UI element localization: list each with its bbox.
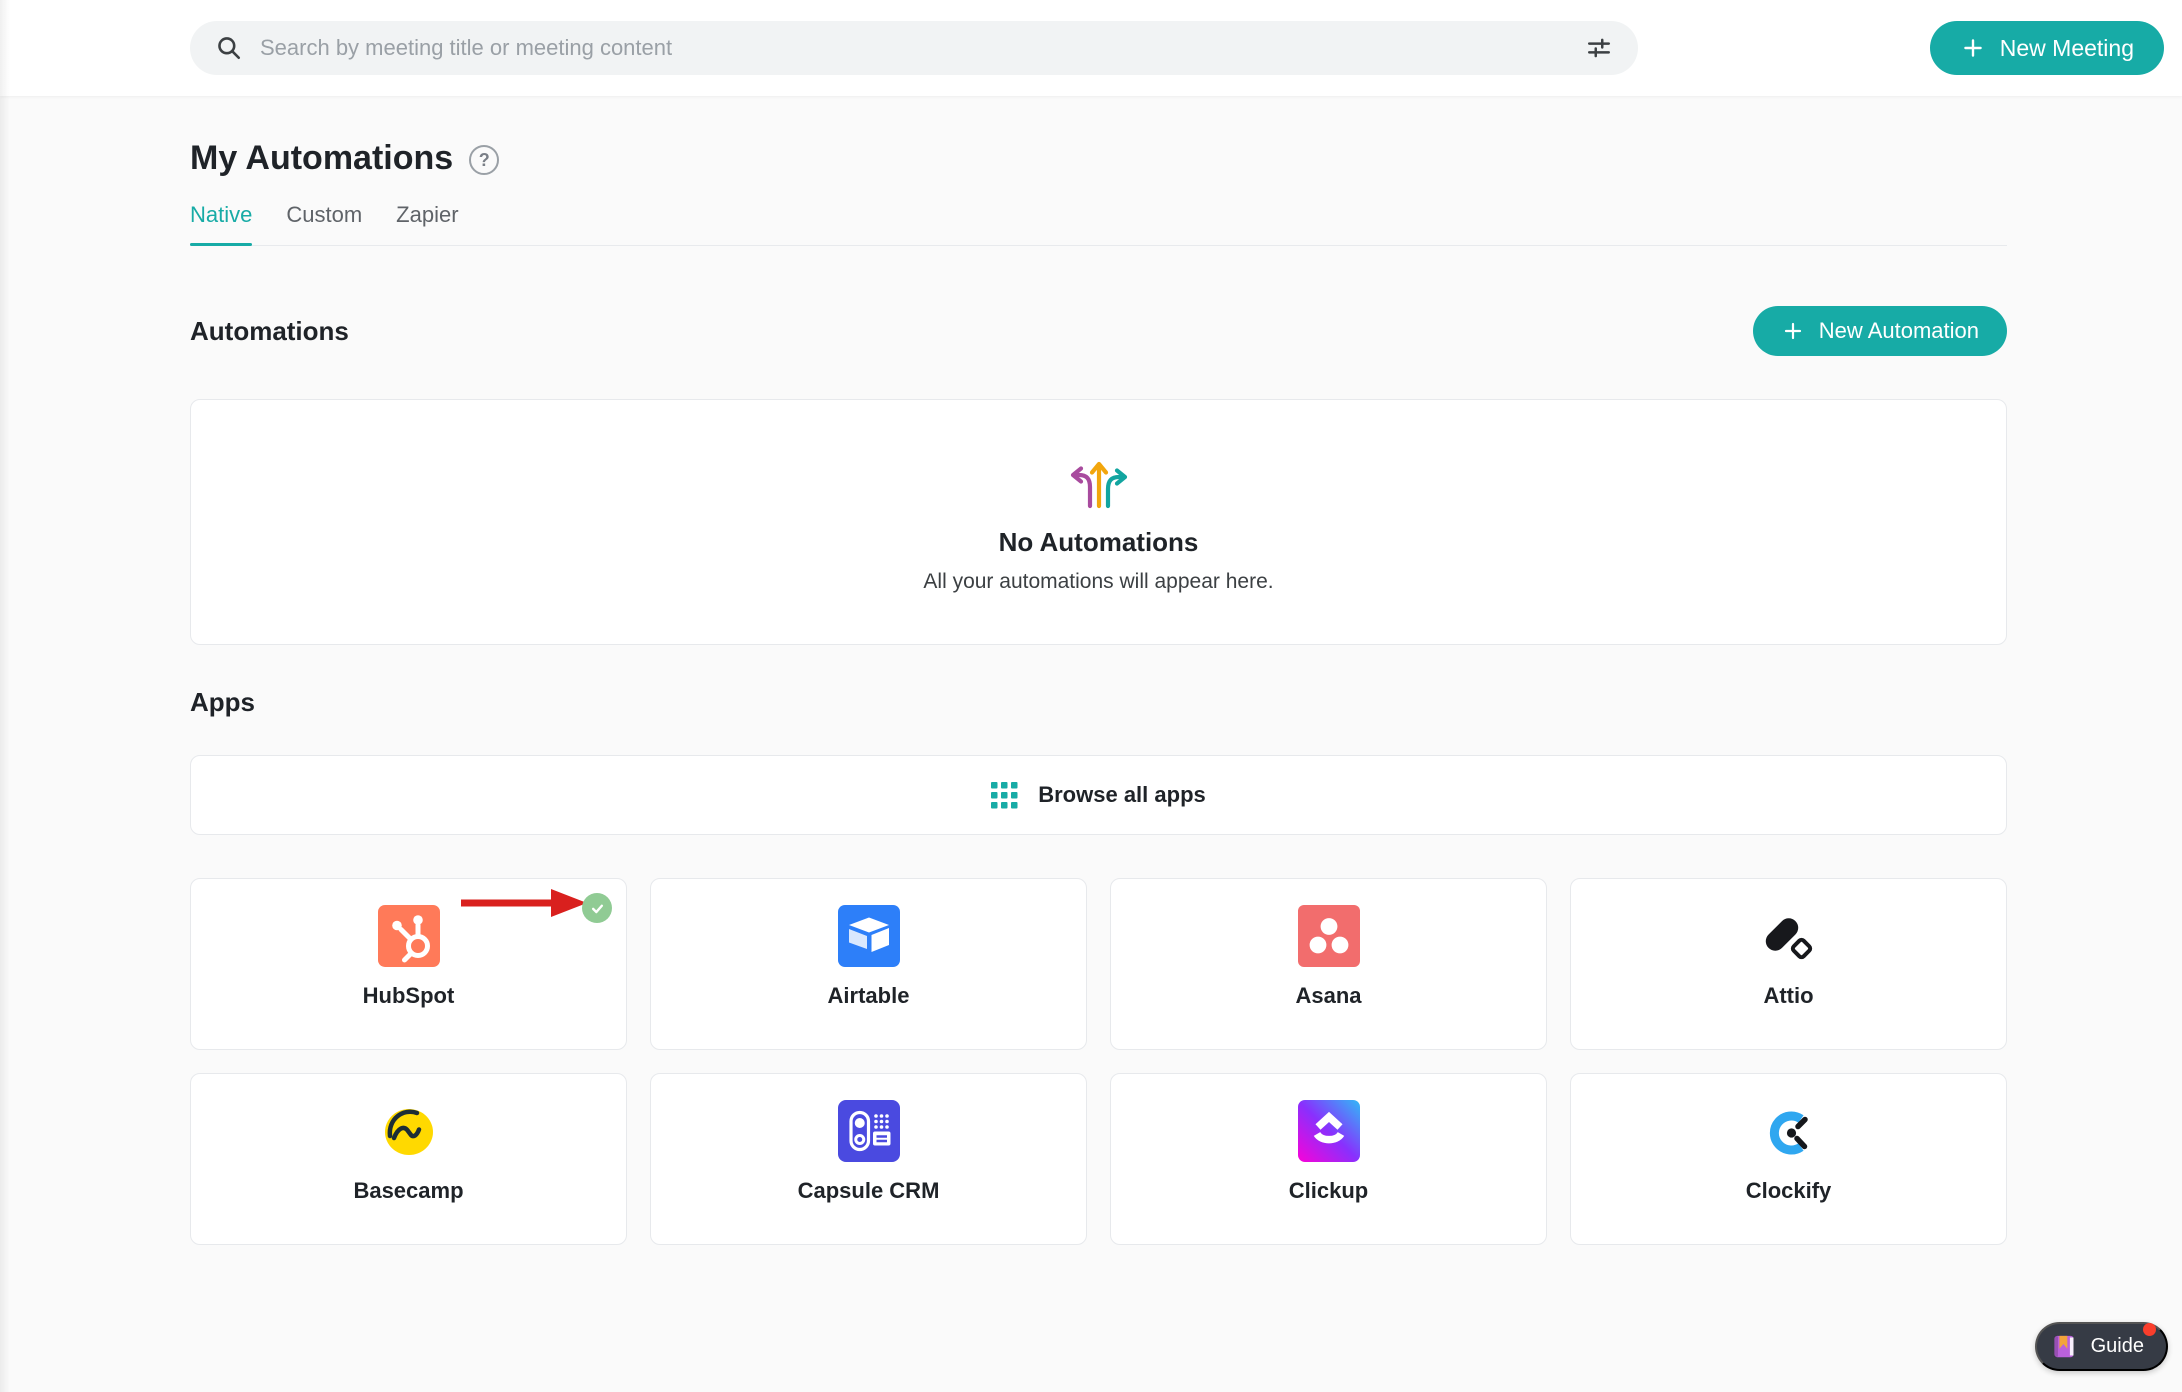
- apps-heading: Apps: [190, 687, 255, 717]
- app-card-clockify[interactable]: Clockify: [1570, 1073, 2007, 1245]
- app-card-asana[interactable]: Asana: [1110, 878, 1547, 1050]
- clickup-icon: [1297, 1100, 1360, 1162]
- capsule-crm-icon: [837, 1100, 900, 1162]
- guide-label: Guide: [2090, 1335, 2144, 1357]
- tab-custom[interactable]: Custom: [286, 202, 362, 245]
- app-name: Clockify: [1745, 1178, 1832, 1203]
- new-automation-label: New Automation: [1818, 318, 1979, 343]
- branching-arrows-icon: [1066, 451, 1132, 511]
- plus-icon: [1960, 35, 1986, 61]
- app-name: HubSpot: [362, 983, 455, 1008]
- app-name: Capsule CRM: [797, 1178, 940, 1203]
- apps-grid: HubSpot Airtable Asana Attio Basecamp Ca…: [190, 878, 2007, 1245]
- page-title: My Automations: [190, 139, 454, 177]
- guide-button[interactable]: Guide: [2034, 1322, 2168, 1371]
- plus-icon: [1781, 319, 1805, 343]
- app-card-hubspot[interactable]: HubSpot: [190, 878, 627, 1050]
- search-input[interactable]: [260, 35, 1568, 61]
- search-icon: [216, 35, 242, 61]
- automations-empty-state: No Automations All your automations will…: [190, 399, 2007, 645]
- empty-state-title: No Automations: [998, 526, 1199, 557]
- airtable-icon: [837, 905, 900, 967]
- basecamp-icon: [378, 1100, 440, 1162]
- red-arrow-annotation: [461, 889, 587, 917]
- new-automation-button[interactable]: New Automation: [1752, 306, 2007, 356]
- browse-all-apps-label: Browse all apps: [1038, 782, 1206, 807]
- filter-sliders-icon[interactable]: [1586, 35, 1612, 61]
- help-circle-icon[interactable]: ?: [469, 145, 500, 175]
- grid-icon: [991, 781, 1018, 809]
- search-bar[interactable]: [190, 21, 1638, 75]
- tab-bar: Native Custom Zapier: [190, 202, 2007, 246]
- notification-dot: [2143, 1323, 2156, 1336]
- tab-zapier[interactable]: Zapier: [396, 202, 458, 245]
- app-card-basecamp[interactable]: Basecamp: [190, 1073, 627, 1245]
- hubspot-icon: [377, 905, 440, 967]
- empty-state-subtitle: All your automations will appear here.: [923, 569, 1274, 593]
- automations-heading: Automations: [190, 315, 349, 346]
- app-name: Asana: [1295, 983, 1362, 1008]
- new-meeting-button[interactable]: New Meeting: [1929, 21, 2164, 75]
- asana-icon: [1297, 905, 1360, 967]
- browse-all-apps-button[interactable]: Browse all apps: [190, 755, 2007, 835]
- app-name: Clickup: [1288, 1178, 1369, 1203]
- attio-icon: [1758, 905, 1820, 967]
- connected-check-icon: [582, 893, 612, 923]
- app-card-airtable[interactable]: Airtable: [650, 878, 1087, 1050]
- new-meeting-label: New Meeting: [1999, 34, 2134, 61]
- clockify-icon: [1758, 1100, 1820, 1162]
- app-name: Basecamp: [353, 1178, 464, 1203]
- app-card-attio[interactable]: Attio: [1570, 878, 2007, 1050]
- book-icon: [2051, 1333, 2078, 1360]
- app-name: Attio: [1763, 983, 1814, 1008]
- topbar: New Meeting: [0, 0, 2182, 96]
- app-card-clickup[interactable]: Clickup: [1110, 1073, 1547, 1245]
- tab-native[interactable]: Native: [190, 202, 253, 246]
- app-card-capsule-crm[interactable]: Capsule CRM: [650, 1073, 1087, 1245]
- main-content: My Automations ? Native Custom Zapier Au…: [0, 96, 2182, 1245]
- app-name: Airtable: [827, 983, 910, 1008]
